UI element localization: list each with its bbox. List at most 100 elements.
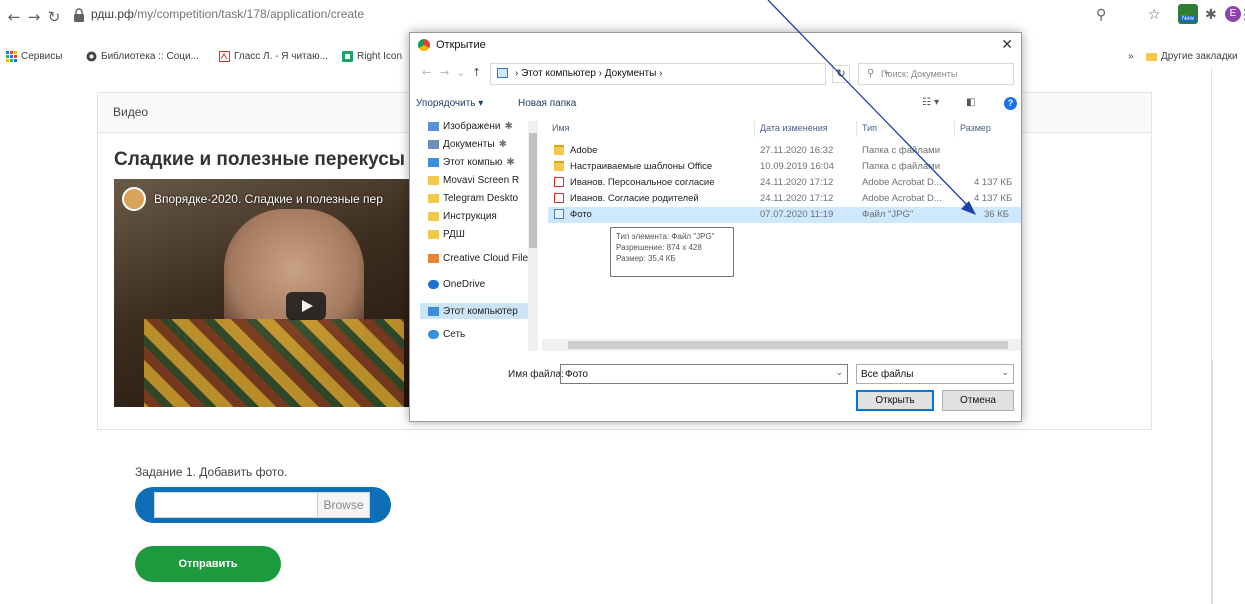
organize-menu[interactable]: Упорядочить ▾ [416, 98, 483, 109]
file-row[interactable]: Иванов. Согласие родителей 24.11.2020 17… [548, 191, 1021, 207]
address-bar[interactable]: рдш.рф/my/competition/task/178/applicati… [91, 7, 364, 21]
address-row: ← → ⌄ ↑ › Этот компьютер › Документы › ⌄… [410, 61, 1021, 87]
computer-icon [497, 68, 508, 78]
file-list: Имя Дата изменения Тип Размер Adobe 27.1… [542, 117, 1021, 353]
nav-item-this-pc-pinned[interactable]: Этот компью ✱ [428, 157, 515, 168]
column-divider[interactable] [754, 121, 755, 137]
puzzle-icon[interactable]: ✱ [1205, 7, 1217, 23]
refresh-icon[interactable]: ↻ [832, 65, 850, 83]
filename-field[interactable]: Фото ⌄ [560, 364, 848, 384]
nav-scrollbar[interactable] [529, 133, 537, 248]
computer-icon [428, 158, 439, 167]
nav-item-onedrive[interactable]: OneDrive [428, 279, 485, 290]
dialog-title: Открытие [436, 39, 486, 51]
video-title[interactable]: Впорядке-2020. Сладкие и полезные пер [154, 192, 383, 206]
column-date[interactable]: Дата изменения [760, 123, 828, 133]
bookmark-library[interactable]: Библиотека :: Соци... [86, 51, 199, 62]
task-label: Задание 1. Добавить фото. [135, 465, 288, 479]
page-scrollbar[interactable] [1212, 360, 1245, 604]
file-row[interactable]: Иванов. Персональное согласие 24.11.2020… [548, 175, 1021, 191]
preview-pane-icon[interactable]: ◧ [966, 97, 975, 108]
nav-item-telegram[interactable]: Telegram Deskto [428, 193, 518, 204]
folder-icon [428, 212, 439, 221]
reload-icon[interactable]: ↻ [46, 9, 62, 25]
column-size[interactable]: Размер [960, 123, 991, 133]
chevron-down-icon[interactable]: ⌄ [1001, 368, 1009, 378]
search-input[interactable]: ⚲ Поиск: Документы [858, 63, 1014, 85]
nav-item-rdsh[interactable]: РДШ [428, 229, 465, 240]
pdf-icon [554, 193, 564, 203]
nav-item-movavi[interactable]: Movavi Screen R [428, 175, 519, 186]
menu-icon[interactable]: ⋮ [1238, 7, 1245, 23]
command-bar: Упорядочить ▾ Новая папка ☷ ▾ ◧ ? [410, 93, 1021, 115]
column-divider[interactable] [954, 121, 955, 137]
nav-item-network[interactable]: Сеть [428, 329, 465, 340]
zoom-icon[interactable]: ⚲ [1096, 7, 1106, 23]
column-name[interactable]: Имя [552, 123, 570, 133]
onedrive-icon [428, 280, 439, 289]
pdf-icon [219, 51, 230, 62]
chevron-down-icon[interactable]: ⌄ [835, 368, 843, 378]
file-open-dialog: Открытие ✕ ← → ⌄ ↑ › Этот компьютер › До… [409, 32, 1022, 422]
file-upload: Browse [135, 487, 391, 523]
help-icon[interactable]: ? [1004, 97, 1017, 110]
file-row[interactable]: Adobe 27.11.2020 16:32 Папка с файлами [548, 143, 1021, 159]
lock-icon [74, 8, 84, 22]
folder-icon [428, 230, 439, 239]
bookmarks-overflow[interactable]: » [1128, 51, 1134, 62]
new-folder-button[interactable]: Новая папка [518, 98, 576, 109]
file-row[interactable]: Настраиваемые шаблоны Office 10.09.2019 … [548, 159, 1021, 175]
back-icon[interactable]: ← [6, 9, 22, 25]
apps-grid-icon [6, 51, 17, 62]
bookmark-right-icon[interactable]: Right Icon [342, 51, 402, 62]
nav-item-instruction[interactable]: Инструкция [428, 211, 497, 222]
nav-item-documents[interactable]: Документы ✱ [428, 139, 507, 150]
chevron-down-icon[interactable]: ⌄ [456, 66, 465, 79]
nav-item-this-pc[interactable]: Этот компьютер [420, 303, 536, 319]
bookmark-glass[interactable]: Гласс Л. - Я читаю... [219, 51, 328, 62]
green-square-icon [342, 51, 353, 62]
bookmark-other[interactable]: Другие закладки [1146, 51, 1238, 62]
file-input[interactable]: Browse [154, 492, 370, 518]
folder-icon [554, 145, 564, 155]
filetype-select[interactable]: Все файлы ⌄ [856, 364, 1014, 384]
video-player[interactable]: Впорядке-2020. Сладкие и полезные пер [114, 179, 414, 407]
bookmark-services[interactable]: Сервисы [6, 51, 62, 62]
submit-button[interactable]: Отправить [135, 546, 281, 582]
file-tooltip: Тип элемента: Файл "JPG" Разрешение: 874… [610, 227, 734, 277]
video-thumbnail-shirt [144, 319, 404, 407]
view-options-icon[interactable]: ☷ ▾ [922, 97, 939, 108]
play-button[interactable] [286, 292, 326, 320]
close-icon[interactable]: ✕ [1001, 37, 1013, 53]
video-heading: Сладкие и полезные перекусы [114, 149, 406, 170]
forward-icon[interactable]: → [26, 9, 42, 25]
search-icon: ⚲ [867, 68, 875, 79]
images-icon [428, 122, 439, 131]
navigation-pane: Изображени ✱ Документы ✱ Этот компью ✱ Mova… [410, 117, 538, 353]
dialog-title-bar: Открытие ✕ [410, 33, 1021, 59]
nav-item-images[interactable]: Изображени ✱ [428, 121, 513, 132]
open-button[interactable]: Открыть [856, 390, 934, 411]
url-host: рдш.рф [91, 7, 134, 21]
column-type[interactable]: Тип [862, 123, 877, 133]
filename-label: Имя файла: [508, 369, 564, 380]
back-icon[interactable]: ← [422, 66, 431, 79]
folder-icon [428, 176, 439, 185]
url-path: /my/competition/task/178/application/cre… [133, 7, 365, 21]
star-icon[interactable]: ☆ [1148, 7, 1161, 23]
new-extension-icon[interactable]: New [1178, 4, 1198, 24]
computer-icon [428, 306, 439, 316]
file-row-selected[interactable]: Фото 07.07.2020 11:19 Файл "JPG" 36 КБ [548, 207, 1021, 223]
column-divider[interactable] [856, 121, 857, 137]
globe-icon [86, 51, 97, 62]
forward-icon[interactable]: → [440, 66, 449, 79]
up-arrow-icon[interactable]: ↑ [472, 66, 481, 79]
browse-button[interactable]: Browse [317, 493, 369, 517]
cancel-button[interactable]: Отмена [942, 390, 1014, 411]
documents-icon [428, 140, 439, 149]
channel-logo[interactable] [122, 187, 146, 211]
folder-icon [554, 161, 564, 171]
file-list-hscroll[interactable] [568, 341, 1008, 349]
path-breadcrumb[interactable]: › Этот компьютер › Документы › ⌄ [490, 63, 891, 85]
nav-item-creative-cloud[interactable]: Creative Cloud File [428, 253, 528, 264]
